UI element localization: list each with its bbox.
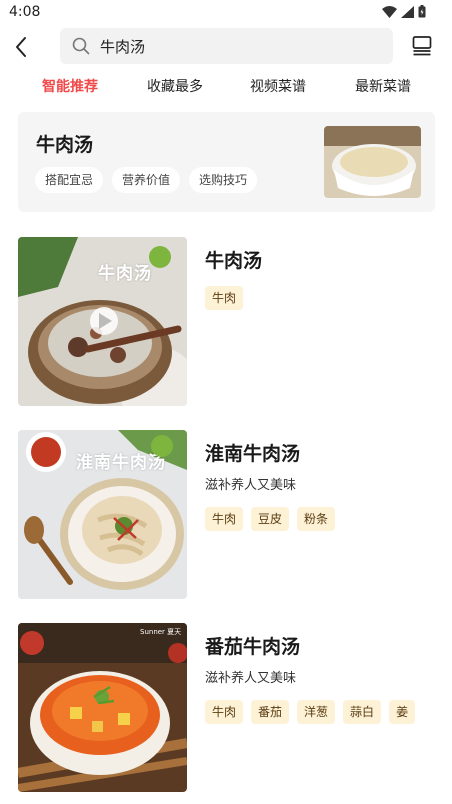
ingredient-tag: 牛肉 — [205, 700, 244, 724]
wifi-icon — [382, 5, 397, 18]
recipe-title: 牛肉汤 — [205, 250, 263, 272]
recipe-description: 滋补养人又美味 — [205, 671, 297, 686]
soup-thumbnail — [324, 126, 421, 198]
image-watermark: Sunner 夏天 — [140, 628, 182, 636]
recipe-item[interactable]: Sunner 夏天 番茄牛肉汤 滋补养人又美味 牛肉 番茄 洋葱 蒜白 姜 — [18, 623, 435, 793]
search-box[interactable] — [60, 28, 393, 64]
status-bar: 4:08 — [0, 0, 452, 24]
ingredient-tag: 洋葱 — [297, 700, 336, 724]
play-video-icon[interactable] — [90, 307, 118, 335]
ingredient-tag: 豆皮 — [251, 507, 290, 531]
status-time: 4:08 — [9, 4, 41, 20]
tab-most-favorited[interactable]: 收藏最多 — [147, 76, 203, 96]
recipe-item[interactable]: 淮南牛肉汤 淮南牛肉汤 滋补养人又美味 牛肉 豆皮 粉条 — [18, 430, 435, 600]
image-caption: 牛肉汤 — [98, 264, 152, 284]
recipe-tags: 牛肉 番茄 洋葱 蒜白 姜 — [205, 700, 425, 724]
image-badge — [151, 435, 173, 457]
ingredient-tag: 姜 — [389, 700, 416, 724]
category-tabs: 智能推荐 收藏最多 视频菜谱 最新菜谱 — [0, 76, 452, 100]
recipe-description: 滋补养人又美味 — [205, 478, 297, 493]
tab-recommended[interactable]: 智能推荐 — [42, 76, 98, 96]
recipe-title: 淮南牛肉汤 — [205, 443, 301, 465]
ingredient-tag: 番茄 — [251, 700, 290, 724]
signal-icon — [401, 5, 414, 18]
ingredient-tag: 粉条 — [297, 507, 336, 531]
search-header — [0, 26, 452, 68]
recipe-tags: 牛肉 — [205, 286, 425, 310]
image-badge — [149, 246, 171, 268]
recipe-image: Sunner 夏天 — [18, 623, 187, 792]
back-button[interactable] — [11, 34, 33, 60]
recipe-image: 牛肉汤 — [18, 237, 187, 406]
recipe-tags: 牛肉 豆皮 粉条 — [205, 507, 425, 531]
tab-newest-recipes[interactable]: 最新菜谱 — [355, 76, 411, 96]
card-title: 牛肉汤 — [36, 134, 94, 156]
ingredient-tag: 牛肉 — [205, 286, 244, 310]
ingredient-summary-card[interactable]: 牛肉汤 搭配宜忌 营养价值 选购技巧 — [18, 112, 435, 212]
recipe-image: 淮南牛肉汤 — [18, 430, 187, 599]
battery-icon — [418, 5, 426, 18]
status-icons — [382, 5, 426, 18]
recipe-item[interactable]: 牛肉汤 牛肉汤 牛肉 — [18, 237, 435, 407]
chip-buying-tips[interactable]: 选购技巧 — [189, 167, 258, 193]
card-chips: 搭配宜忌 营养价值 选购技巧 — [35, 167, 258, 193]
list-view-icon — [412, 36, 432, 56]
search-input[interactable] — [100, 34, 380, 58]
ingredient-tag: 牛肉 — [205, 507, 244, 531]
chip-pairing[interactable]: 搭配宜忌 — [35, 167, 104, 193]
search-icon — [72, 37, 90, 55]
ingredient-tag: 蒜白 — [343, 700, 382, 724]
back-arrow-icon — [16, 37, 26, 57]
chip-nutrition[interactable]: 营养价值 — [112, 167, 181, 193]
recipe-list-button[interactable] — [412, 34, 432, 56]
tab-video-recipes[interactable]: 视频菜谱 — [250, 76, 306, 96]
recipe-title: 番茄牛肉汤 — [205, 636, 301, 658]
